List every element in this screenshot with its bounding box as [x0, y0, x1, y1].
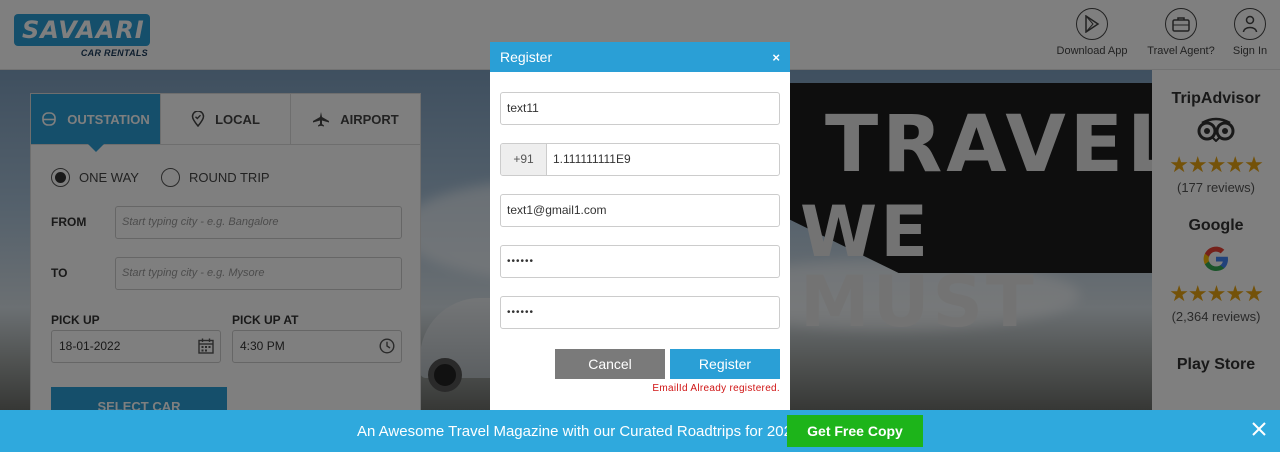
promo-text: An Awesome Travel Magazine with our Cura… — [357, 423, 801, 440]
cancel-button[interactable]: Cancel — [555, 349, 665, 379]
phone-input[interactable]: 1.111111111E9 — [547, 144, 779, 175]
register-modal: Register × text11 +91 1.111111111E9 text… — [490, 42, 790, 412]
get-free-copy-button[interactable]: Get Free Copy — [787, 415, 923, 447]
close-icon[interactable] — [1250, 420, 1268, 438]
confirm-password-input[interactable]: •••••• — [500, 296, 780, 329]
error-message: EmailId Already registered. — [652, 383, 780, 394]
password-input[interactable]: •••••• — [500, 245, 780, 278]
country-code: +91 — [501, 144, 547, 175]
modal-header: Register × — [490, 42, 790, 72]
email-input[interactable]: text1@gmail1.com — [500, 194, 780, 227]
name-input[interactable]: text11 — [500, 92, 780, 125]
modal-close-icon[interactable]: × — [772, 42, 780, 73]
modal-title: Register — [500, 49, 553, 65]
phone-input-group: +91 1.111111111E9 — [500, 143, 780, 176]
register-button[interactable]: Register — [670, 349, 780, 379]
promo-bar: An Awesome Travel Magazine with our Cura… — [0, 410, 1280, 452]
